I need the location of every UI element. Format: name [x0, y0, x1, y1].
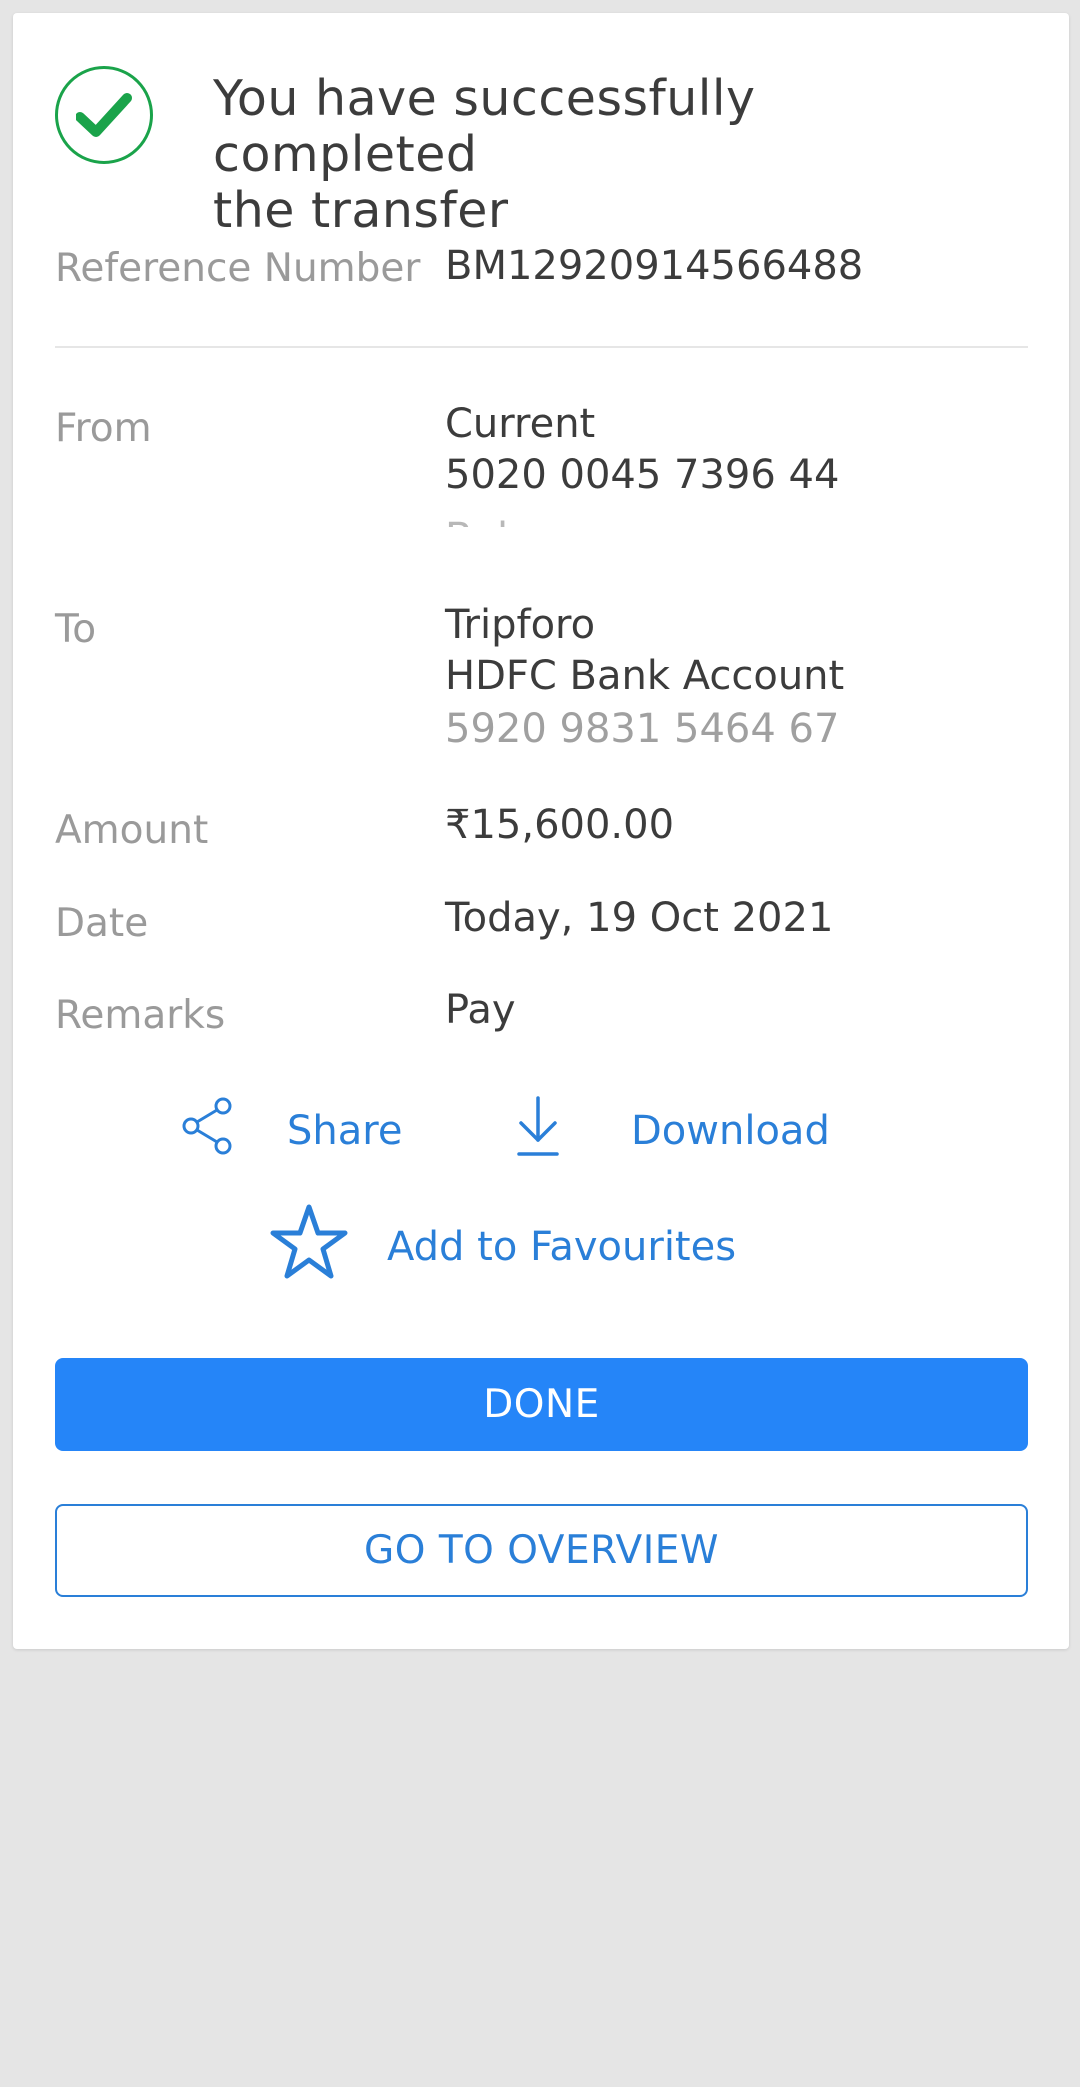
- from-balance-clipped: Bal: [445, 513, 945, 527]
- from-account-number: 5020 0045 7396 44: [445, 452, 840, 498]
- reference-value: BM12920914566488: [445, 243, 864, 289]
- title-line-2: the transfer: [213, 182, 509, 239]
- to-account-number: 5920 9831 5464 67: [445, 706, 840, 752]
- share-label: Share: [287, 1108, 403, 1154]
- date-value: Today, 19 Oct 2021: [445, 895, 834, 941]
- from-label: From: [55, 406, 152, 451]
- to-label: To: [55, 607, 97, 652]
- amount-value: ₹15,600.00: [445, 802, 675, 848]
- divider: [55, 346, 1028, 348]
- add-to-favourites-label: Add to Favourites: [387, 1224, 737, 1270]
- go-to-overview-button[interactable]: GO TO OVERVIEW: [55, 1504, 1028, 1597]
- check-circle-icon: [55, 66, 153, 164]
- share-icon: [179, 1096, 235, 1166]
- amount-label: Amount: [55, 808, 209, 853]
- add-to-favourites-button[interactable]: Add to Favourites: [267, 1201, 736, 1293]
- reference-label: Reference Number: [55, 246, 421, 291]
- to-bank: HDFC Bank Account: [445, 653, 845, 699]
- remarks-value: Pay: [445, 987, 516, 1033]
- download-icon: [513, 1094, 563, 1168]
- share-button[interactable]: Share: [179, 1093, 402, 1169]
- done-button[interactable]: DONE: [55, 1358, 1028, 1451]
- star-icon: [267, 1201, 351, 1293]
- from-account-type: Current: [445, 401, 596, 447]
- to-name: Tripforo: [445, 602, 596, 648]
- page-title: You have successfully completed the tran…: [213, 71, 1033, 239]
- download-label: Download: [631, 1108, 830, 1154]
- remarks-label: Remarks: [55, 993, 226, 1038]
- date-label: Date: [55, 901, 149, 946]
- transfer-confirmation-card: You have successfully completed the tran…: [13, 13, 1069, 1649]
- title-line-1: You have successfully completed: [213, 70, 756, 183]
- download-button[interactable]: Download: [513, 1089, 830, 1173]
